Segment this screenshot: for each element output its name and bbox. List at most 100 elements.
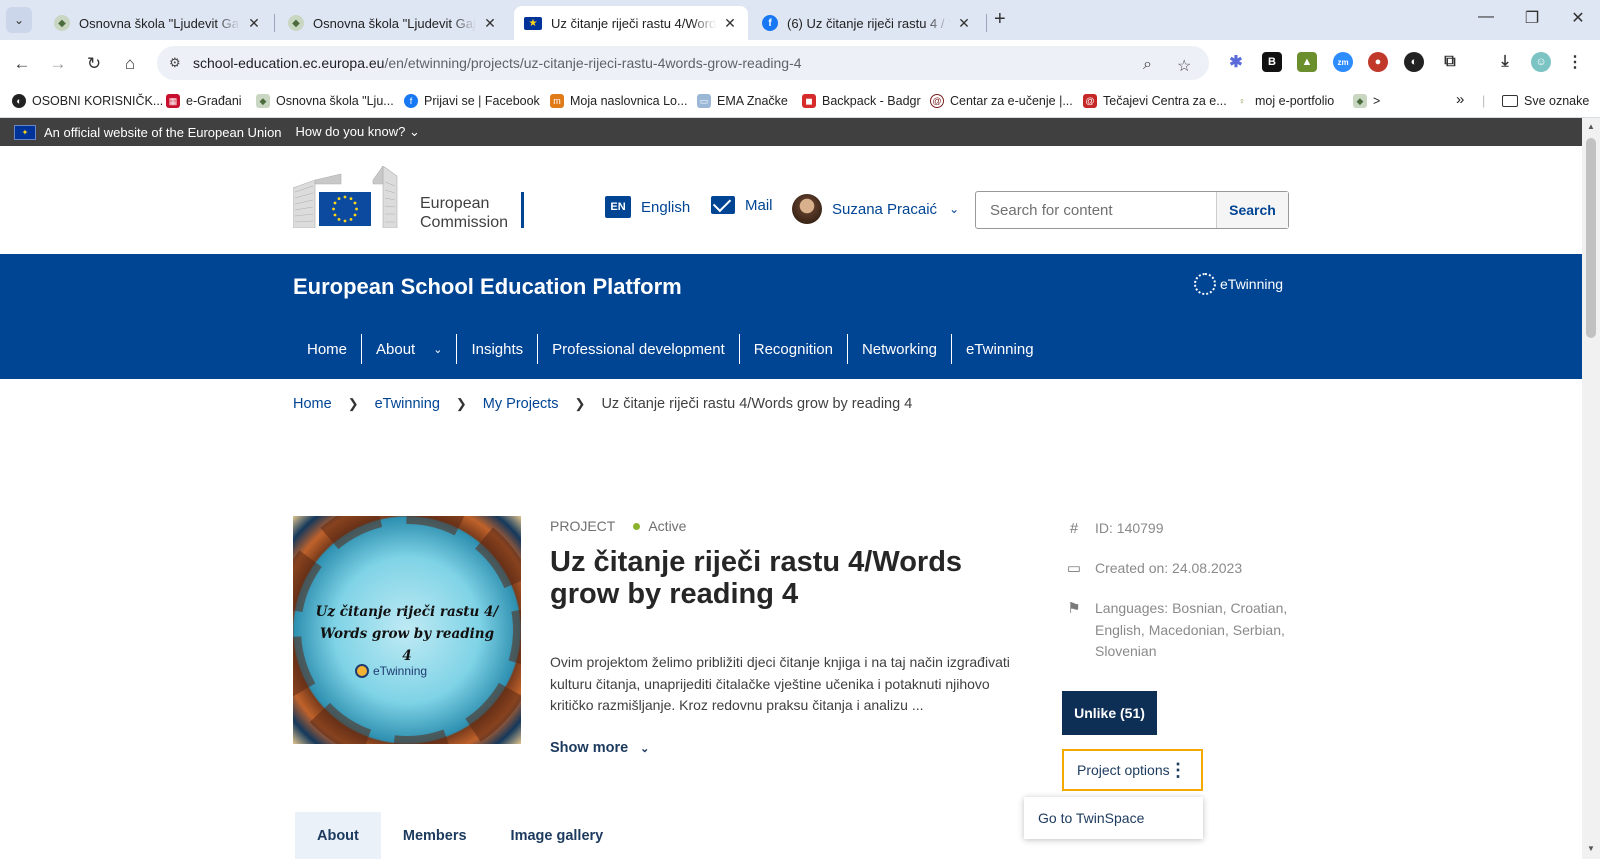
close-window-icon[interactable]: ✕ [1563,8,1593,28]
address-bar[interactable]: ⚙ school-education.ec.europa.eu/en/etwin… [157,46,1209,80]
project-options-button[interactable]: Project options ⋮ [1062,749,1203,791]
browser-tab-active[interactable]: ★ Uz čitanje riječi rastu 4/Words g ✕ [514,6,748,40]
bookmark-item[interactable]: ◆ Osnovna škola "Lju... [256,94,394,108]
mail-link[interactable]: Mail [711,196,773,214]
bookmark-favicon-icon: ▭ [697,94,711,108]
extension-snowflake-icon[interactable]: ✱ [1226,52,1246,72]
bookmark-label: OSOBNI KORISNIČK... [32,94,164,108]
browser-tab[interactable]: f (6) Uz čitanje riječi rastu 4 / Wo ✕ [752,6,982,40]
breadcrumb-home[interactable]: Home [293,396,332,412]
bookmark-item[interactable]: @ Centar za e-učenje |... [930,94,1073,108]
language-icon: EN [605,196,631,218]
unlike-button[interactable]: Unlike (51) [1062,691,1157,735]
extension-on-icon[interactable]: ● [1368,52,1388,72]
site-header: European Commission EN English Mail Suza… [0,146,1582,254]
scroll-up-icon[interactable]: ▲ [1587,122,1595,131]
breadcrumb-current: Uz čitanje riječi rastu 4/Words grow by … [601,396,913,412]
chevron-down-icon: ⌄ [409,124,420,139]
all-bookmarks-label: Sve oznake [1524,94,1590,108]
profile-avatar-icon[interactable]: ☺ [1531,52,1551,72]
bookmark-item[interactable]: m Moja naslovnica Lo... [550,94,687,108]
tab-label: Image gallery [510,827,604,844]
search-button[interactable]: Search [1216,192,1288,228]
bookmark-label: > [1373,94,1381,108]
bookmark-item[interactable]: @ Tečajevi Centra za e... [1083,94,1227,108]
breadcrumb-my-projects[interactable]: My Projects [483,396,559,412]
bookmark-item[interactable]: ▦ e-Građani [166,94,242,108]
minimize-icon[interactable]: — [1471,8,1501,26]
nav-item-recognition[interactable]: Recognition [740,334,848,364]
project-created: ▭ Created on: 24.08.2023 [1063,558,1305,580]
bookmark-item[interactable]: ◼ Backpack - Badgr [802,94,921,108]
site-info-icon[interactable]: ⚙ [169,55,181,71]
tab-divider [986,14,987,32]
restore-icon[interactable]: ❐ [1517,8,1547,28]
scrollbar-thumb[interactable] [1586,138,1596,338]
bookmark-item[interactable]: ◆ > [1353,94,1380,108]
new-tab-button[interactable]: + [994,8,1006,31]
more-bookmarks-button[interactable]: » [1456,91,1464,108]
nav-label: Insights [471,340,524,358]
project-options-label: Project options [1077,762,1170,778]
user-menu[interactable]: Suzana Pracaić ⌄ [792,194,959,224]
nav-label: About [376,340,416,358]
nav-item-home[interactable]: Home [293,334,363,364]
hash-icon: # [1069,520,1079,537]
bookmark-label: EMA Značke [717,94,788,108]
project-description: Ovim projektom želimo približiti djeci č… [550,654,1010,713]
bookmark-item[interactable]: f Prijavi se | Facebook [404,94,540,108]
tab-title: (6) Uz čitanje riječi rastu 4 / Wo [787,15,950,31]
nav-item-networking[interactable]: Networking [848,334,952,364]
tab-search-button[interactable]: ⌄ [6,7,32,33]
facebook-icon: f [762,15,778,31]
tab-members[interactable]: Members [381,812,489,859]
nav-item-about[interactable]: About ⌄ [362,334,458,364]
bookmark-label: Moja naslovnica Lo... [570,94,688,108]
zoom-icon[interactable]: ⌕ [1143,56,1152,74]
show-more-button[interactable]: Show more ⌄ [550,740,649,756]
extensions-puzzle-icon[interactable]: ⧉ [1440,52,1460,72]
close-tab-icon[interactable]: ✕ [722,15,738,32]
bookmarks-divider: | [1482,94,1486,108]
nav-item-professional-development[interactable]: Professional development [538,334,740,364]
bookmark-item[interactable]: ◐ OSOBNI KORISNIČK... [12,94,163,108]
tab-image-gallery[interactable]: Image gallery [489,812,626,859]
image-caption-line: Words grow by reading 4 [319,626,495,664]
back-arrow-icon[interactable]: ← [8,50,36,78]
bookmark-star-icon[interactable]: ☆ [1177,56,1191,76]
all-bookmarks-button[interactable]: Sve oznake [1502,94,1589,108]
platform-title[interactable]: European School Education Platform [293,274,682,300]
go-to-twinspace-link[interactable]: Go to TwinSpace [1038,810,1144,826]
search-input[interactable] [976,192,1216,228]
tab-divider [274,14,275,32]
extension-reader-icon[interactable]: ▲ [1297,52,1317,72]
close-tab-icon[interactable]: ✕ [246,15,262,32]
language-selector[interactable]: EN English [605,196,690,218]
page-scrollbar[interactable]: ▲ ▼ [1582,118,1600,859]
nav-item-etwinning[interactable]: eTwinning [952,334,1048,364]
breadcrumb: Home ❯ eTwinning ❯ My Projects ❯ Uz čita… [293,396,912,412]
download-icon[interactable]: ⤓ [1495,52,1515,72]
extension-zoom-icon[interactable]: zm [1333,52,1353,72]
project-meta: PROJECT Active [550,518,686,534]
forward-arrow-icon[interactable]: → [44,50,72,78]
scroll-down-icon[interactable]: ▼ [1587,844,1595,853]
etwinning-logo[interactable]: eTwinning [1194,273,1283,295]
how-do-you-know-link[interactable]: How do you know? ⌄ [296,124,420,140]
close-tab-icon[interactable]: ✕ [956,15,972,32]
browser-tab[interactable]: ◆ Osnovna škola "Ljudevit Gaj" Kr ✕ [278,6,508,40]
project-image-caption: Uz čitanje riječi rastu 4/ Words grow by… [313,601,501,667]
bookmark-item[interactable]: ▭ EMA Značke [697,94,788,108]
breadcrumb-etwinning[interactable]: eTwinning [375,396,440,412]
bookmark-favicon-icon: ◐ [12,94,26,108]
browser-menu-icon[interactable]: ⋮ [1565,52,1585,72]
reload-icon[interactable]: ↻ [80,50,108,78]
browser-tab[interactable]: ◆ Osnovna škola "Ljudevit Gaj" Kr ✕ [44,6,272,40]
tab-about[interactable]: About [295,812,381,859]
extension-b-icon[interactable]: B [1262,52,1282,72]
close-tab-icon[interactable]: ✕ [482,15,498,32]
bookmark-item[interactable]: ♀ moj e-portfolio [1235,94,1334,108]
home-icon[interactable]: ⌂ [116,50,144,78]
extension-globe-icon[interactable]: ◐ [1404,52,1424,72]
nav-item-insights[interactable]: Insights [457,334,539,364]
